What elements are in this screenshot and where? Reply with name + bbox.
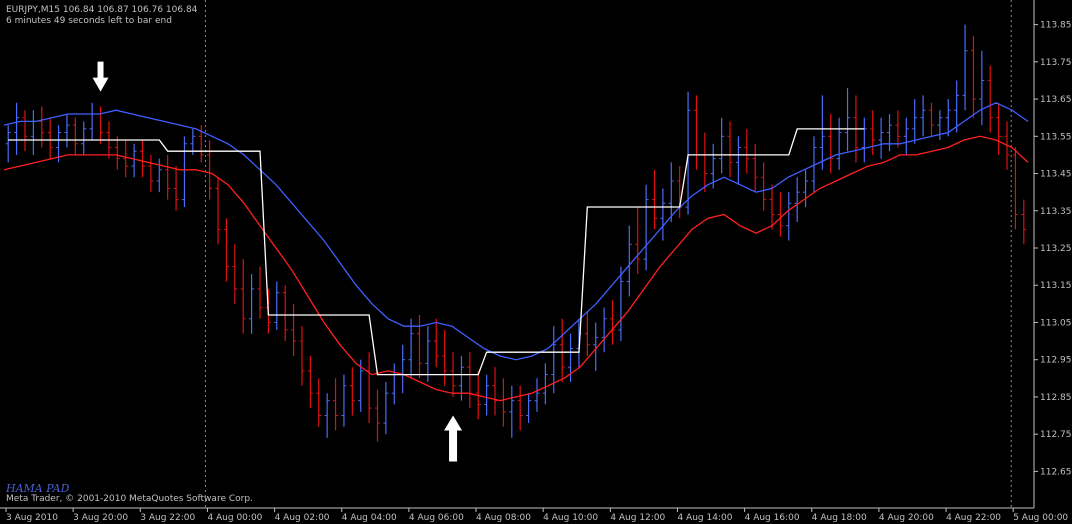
- time-axis: 3 Aug 2010 3 Aug 20:00 3 Aug 22:00 4 Aug 00…: [5, 508, 1068, 523]
- time-tick-label: 3 Aug 2010: [6, 513, 58, 523]
- price-tick-label: 113.65: [1040, 95, 1072, 105]
- time-tick-label: 3 Aug 20:00: [73, 513, 128, 523]
- period-separators: [204, 0, 1012, 508]
- price-tick-label: 112.85: [1040, 393, 1072, 403]
- time-tick-label: 4 Aug 12:00: [610, 513, 665, 523]
- price-tick-label: 113.75: [1040, 58, 1072, 68]
- price-tick-label: 113.05: [1040, 318, 1072, 328]
- arrow-down-icon: [92, 61, 109, 92]
- candles: [5, 24, 1027, 442]
- signal-arrows: [92, 61, 463, 462]
- price-tick-label: 113.15: [1040, 281, 1072, 291]
- price-tick-label: 113.85: [1040, 21, 1072, 31]
- price-tick-label: 113.35: [1040, 207, 1072, 217]
- time-tick-label: 3 Aug 22:00: [140, 513, 195, 523]
- copyright-text: Meta Trader, © 2001-2010 MetaQuotes Soft…: [6, 494, 253, 504]
- price-tick-label: 112.65: [1040, 467, 1072, 477]
- axes: [0, 0, 1035, 509]
- time-tick-label: 4 Aug 22:00: [946, 513, 1001, 523]
- time-tick-label: 4 Aug 20:00: [879, 513, 934, 523]
- time-tick-label: 4 Aug 14:00: [677, 513, 732, 523]
- arrow-up-icon: [444, 415, 463, 462]
- upper-ma-line: [3, 102, 1029, 361]
- price-tick-label: 112.75: [1040, 430, 1072, 440]
- time-tick-label: 4 Aug 16:00: [745, 513, 800, 523]
- time-tick-label: 4 Aug 02:00: [275, 513, 330, 523]
- price-axis: 113.85 113.75 113.65 113.55 113.45 113.35 113.…: [1034, 21, 1072, 477]
- time-tick-label: 4 Aug 04:00: [342, 513, 397, 523]
- price-tick-label: 113.45: [1040, 170, 1072, 180]
- lower-ma-line: [3, 135, 1029, 402]
- time-tick-label: 4 Aug 10:00: [543, 513, 598, 523]
- moving-average-lines: [3, 102, 1029, 402]
- price-tick-label: 113.25: [1040, 244, 1072, 254]
- time-tick-label: 4 Aug 00:00: [207, 513, 262, 523]
- chart-window[interactable]: 113.85 113.75 113.65 113.55 113.45 113.35 113.…: [0, 0, 1072, 524]
- price-tick-label: 113.55: [1040, 132, 1072, 142]
- time-tick-label: 4 Aug 18:00: [812, 513, 867, 523]
- time-tick-label: 5 Aug 00:00: [1013, 513, 1068, 523]
- price-tick-label: 112.95: [1040, 356, 1072, 366]
- price-chart[interactable]: 113.85 113.75 113.65 113.55 113.45 113.35 113.…: [0, 0, 1072, 524]
- time-tick-label: 4 Aug 06:00: [409, 513, 464, 523]
- time-tick-label: 4 Aug 08:00: [476, 513, 531, 523]
- bar-timer: 6 minutes 49 seconds left to bar end: [6, 16, 172, 26]
- symbol-info: EURJPY,M15 106.84 106.87 106.76 106.84: [6, 5, 198, 15]
